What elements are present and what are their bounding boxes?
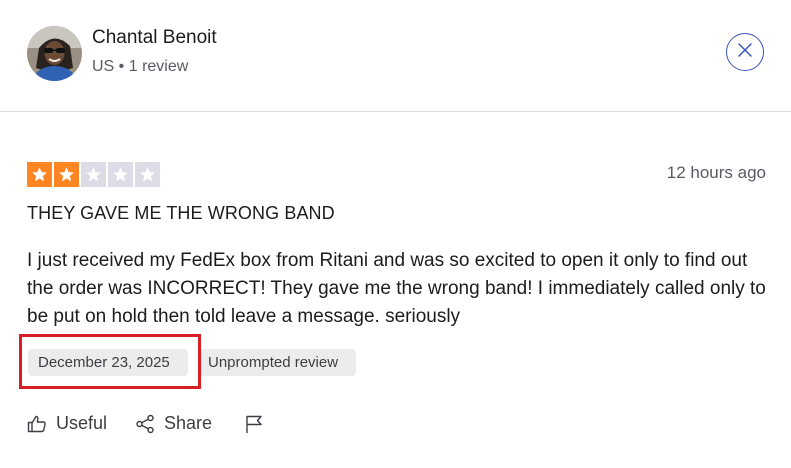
- review-title: THEY GAVE ME THE WRONG BAND: [27, 203, 335, 223]
- star-empty-icon: [81, 162, 106, 187]
- avatar[interactable]: [27, 26, 82, 81]
- review-body: I just received my FedEx box from Ritani…: [27, 250, 766, 327]
- star-rating: [27, 162, 160, 187]
- star-filled-icon: [27, 162, 52, 187]
- thumbs-up-icon: [27, 414, 47, 434]
- share-label: Share: [164, 413, 213, 433]
- useful-button[interactable]: Useful: [27, 413, 107, 434]
- reviewer-meta: US • 1 review: [92, 58, 189, 75]
- star-empty-icon: [135, 162, 160, 187]
- useful-label: Useful: [56, 413, 108, 433]
- review-actions: Useful Share: [27, 413, 264, 434]
- report-button[interactable]: [244, 414, 264, 434]
- close-button[interactable]: [726, 33, 764, 71]
- flag-icon: [244, 414, 264, 434]
- highlight-box: [19, 334, 201, 389]
- star-empty-icon: [108, 162, 133, 187]
- reviewer-header: Chantal Benoit US • 1 review: [0, 0, 791, 112]
- reviewer-name[interactable]: Chantal Benoit: [92, 27, 217, 49]
- share-button[interactable]: Share: [135, 413, 212, 434]
- share-icon: [135, 414, 155, 434]
- close-icon: [737, 42, 753, 63]
- star-filled-icon: [54, 162, 79, 187]
- review-type-badge: Unprompted review: [198, 349, 356, 376]
- review-timestamp: 12 hours ago: [666, 163, 766, 182]
